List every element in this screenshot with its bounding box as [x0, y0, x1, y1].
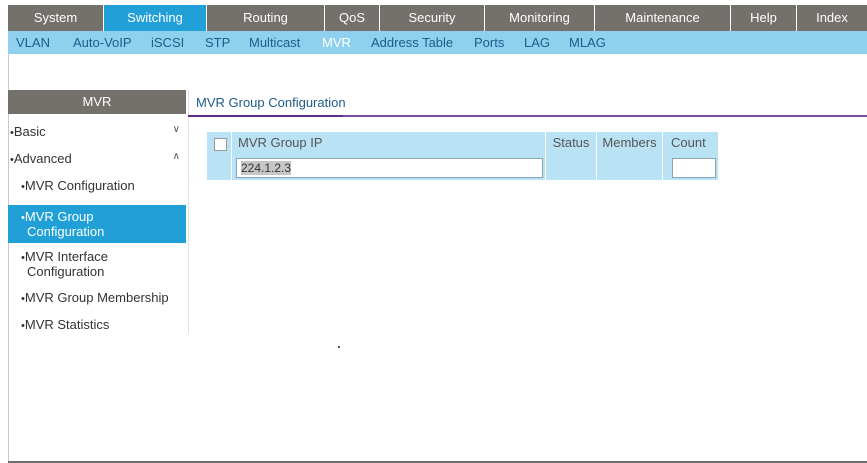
table-header-count: Count	[663, 132, 719, 154]
tab-security[interactable]: Security	[380, 5, 485, 31]
subnav-item-multicast[interactable]: Multicast	[249, 31, 300, 54]
tab-qos[interactable]: QoS	[325, 5, 380, 31]
sidebar-item-label-line1: MVR Interface	[24, 249, 108, 264]
subnav-item-address-table[interactable]: Address Table	[371, 31, 453, 54]
sidebar-item-mvr-statistics[interactable]: •MVR Statistics	[8, 317, 186, 339]
chevron-down-icon: ∨	[172, 124, 180, 135]
app-frame: System Switching Routing QoS Security Mo…	[8, 5, 867, 463]
sidebar-item-advanced[interactable]: •Advanced ∧	[8, 151, 186, 173]
sidebar-item-mvr-group-membership[interactable]: •MVR Group Membership	[8, 290, 186, 312]
sidebar-item-label: MVR Group Membership	[24, 290, 169, 305]
sidebar-header: MVR	[8, 90, 186, 114]
chevron-up-icon: ∧	[172, 151, 180, 162]
sidebar-item-mvr-configuration[interactable]: •MVR Configuration	[8, 178, 186, 200]
table-header-members: Members	[597, 132, 663, 154]
sidebar-item-label-line2: Configuration	[27, 224, 105, 239]
table-cell-status	[546, 154, 597, 180]
sidebar-item-label: Advanced	[13, 151, 72, 166]
sidebar-item-label: MVR Statistics	[24, 317, 110, 332]
sidebar-item-label: Basic	[13, 124, 46, 139]
count-input[interactable]	[672, 158, 716, 178]
subnav-item-stp[interactable]: STP	[205, 31, 230, 54]
sidebar-item-label: MVR Configuration	[24, 178, 135, 193]
sidebar-item-label-line1: MVR Group	[24, 209, 94, 224]
tab-monitoring[interactable]: Monitoring	[485, 5, 595, 31]
table-cell-select	[207, 154, 232, 180]
tab-switching[interactable]: Switching	[104, 5, 207, 31]
subnav-item-auto-voip[interactable]: Auto-VoIP	[73, 31, 132, 54]
top-nav: System Switching Routing QoS Security Mo…	[8, 5, 867, 31]
table-header-group-ip: MVR Group IP	[232, 132, 546, 154]
tab-system[interactable]: System	[8, 5, 104, 31]
subnav-item-lag[interactable]: LAG	[524, 31, 550, 54]
select-all-checkbox[interactable]	[214, 138, 227, 151]
sidebar-item-mvr-group-configuration[interactable]: •MVR Group Configuration	[8, 205, 186, 243]
tab-help[interactable]: Help	[731, 5, 797, 31]
sub-nav: VLAN Auto-VoIP iSCSI STP Multicast MVR A…	[8, 31, 867, 54]
tab-routing[interactable]: Routing	[207, 5, 325, 31]
sidebar-item-basic[interactable]: •Basic ∨	[8, 124, 186, 146]
sidebar: MVR •Basic ∨ •Advanced ∧ •MVR Configurat…	[8, 90, 189, 333]
subnav-item-mvr[interactable]: MVR	[322, 31, 351, 54]
subnav-item-iscsi[interactable]: iSCSI	[151, 31, 184, 54]
subnav-item-ports[interactable]: Ports	[474, 31, 504, 54]
tab-index[interactable]: Index	[797, 5, 867, 31]
table-header-status: Status	[546, 132, 597, 154]
sidebar-item-mvr-interface-configuration[interactable]: •MVR Interface Configuration	[8, 249, 186, 281]
subnav-item-vlan[interactable]: VLAN	[16, 31, 50, 54]
table-cell-members	[597, 154, 663, 180]
mvr-group-ip-value: 224.1.2.3	[241, 161, 292, 175]
tab-maintenance[interactable]: Maintenance	[595, 5, 731, 31]
mvr-group-ip-input[interactable]: 224.1.2.3	[236, 158, 543, 178]
subnav-item-mlag[interactable]: MLAG	[569, 31, 606, 54]
title-underline-active	[188, 115, 343, 117]
page-title: MVR Group Configuration	[196, 95, 346, 110]
sidebar-item-label-line2: Configuration	[27, 264, 105, 279]
stray-dot	[338, 346, 340, 348]
